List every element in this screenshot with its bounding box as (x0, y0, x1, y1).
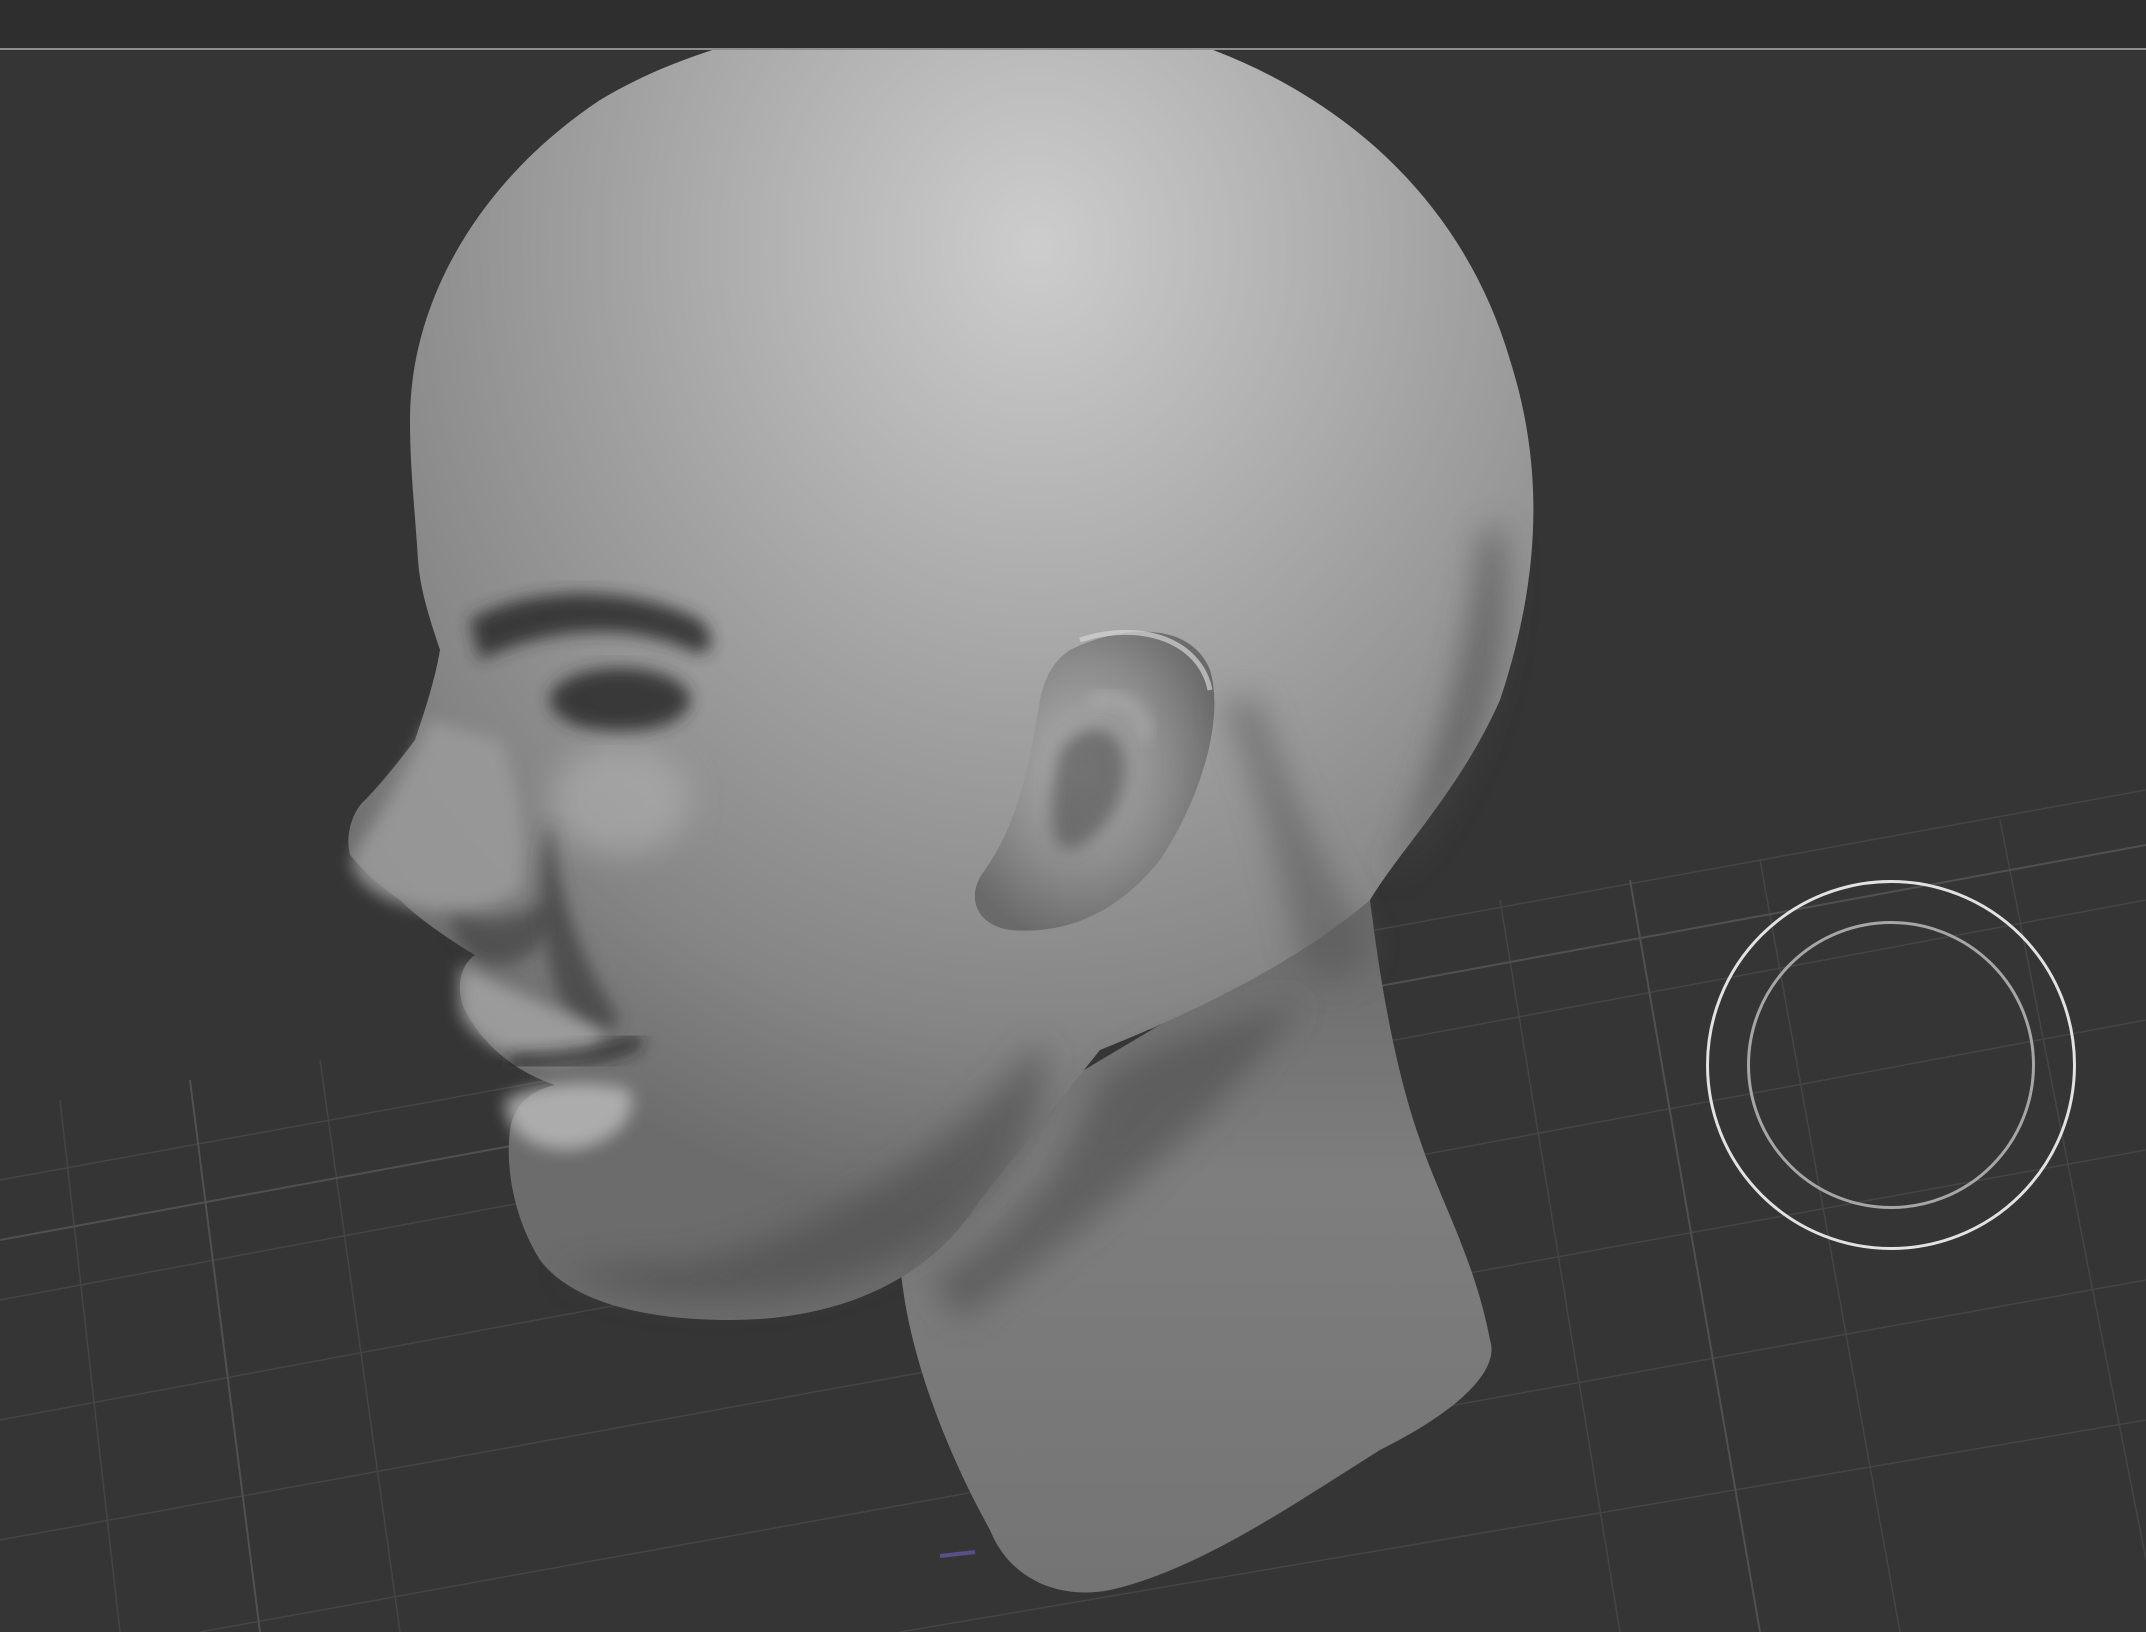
brush-circle-icon[interactable] (1706, 880, 2076, 1250)
viewport-canvas[interactable] (0, 50, 2146, 1632)
cheek-highlight (550, 745, 690, 855)
sculpt-app (0, 0, 2146, 1632)
3d-viewport[interactable] (0, 50, 2146, 1632)
grid-axis-marker (939, 1550, 976, 1558)
top-toolbar-strip (0, 0, 2146, 48)
brush-falloff-ring (1747, 921, 2035, 1209)
eye-socket (550, 668, 690, 732)
